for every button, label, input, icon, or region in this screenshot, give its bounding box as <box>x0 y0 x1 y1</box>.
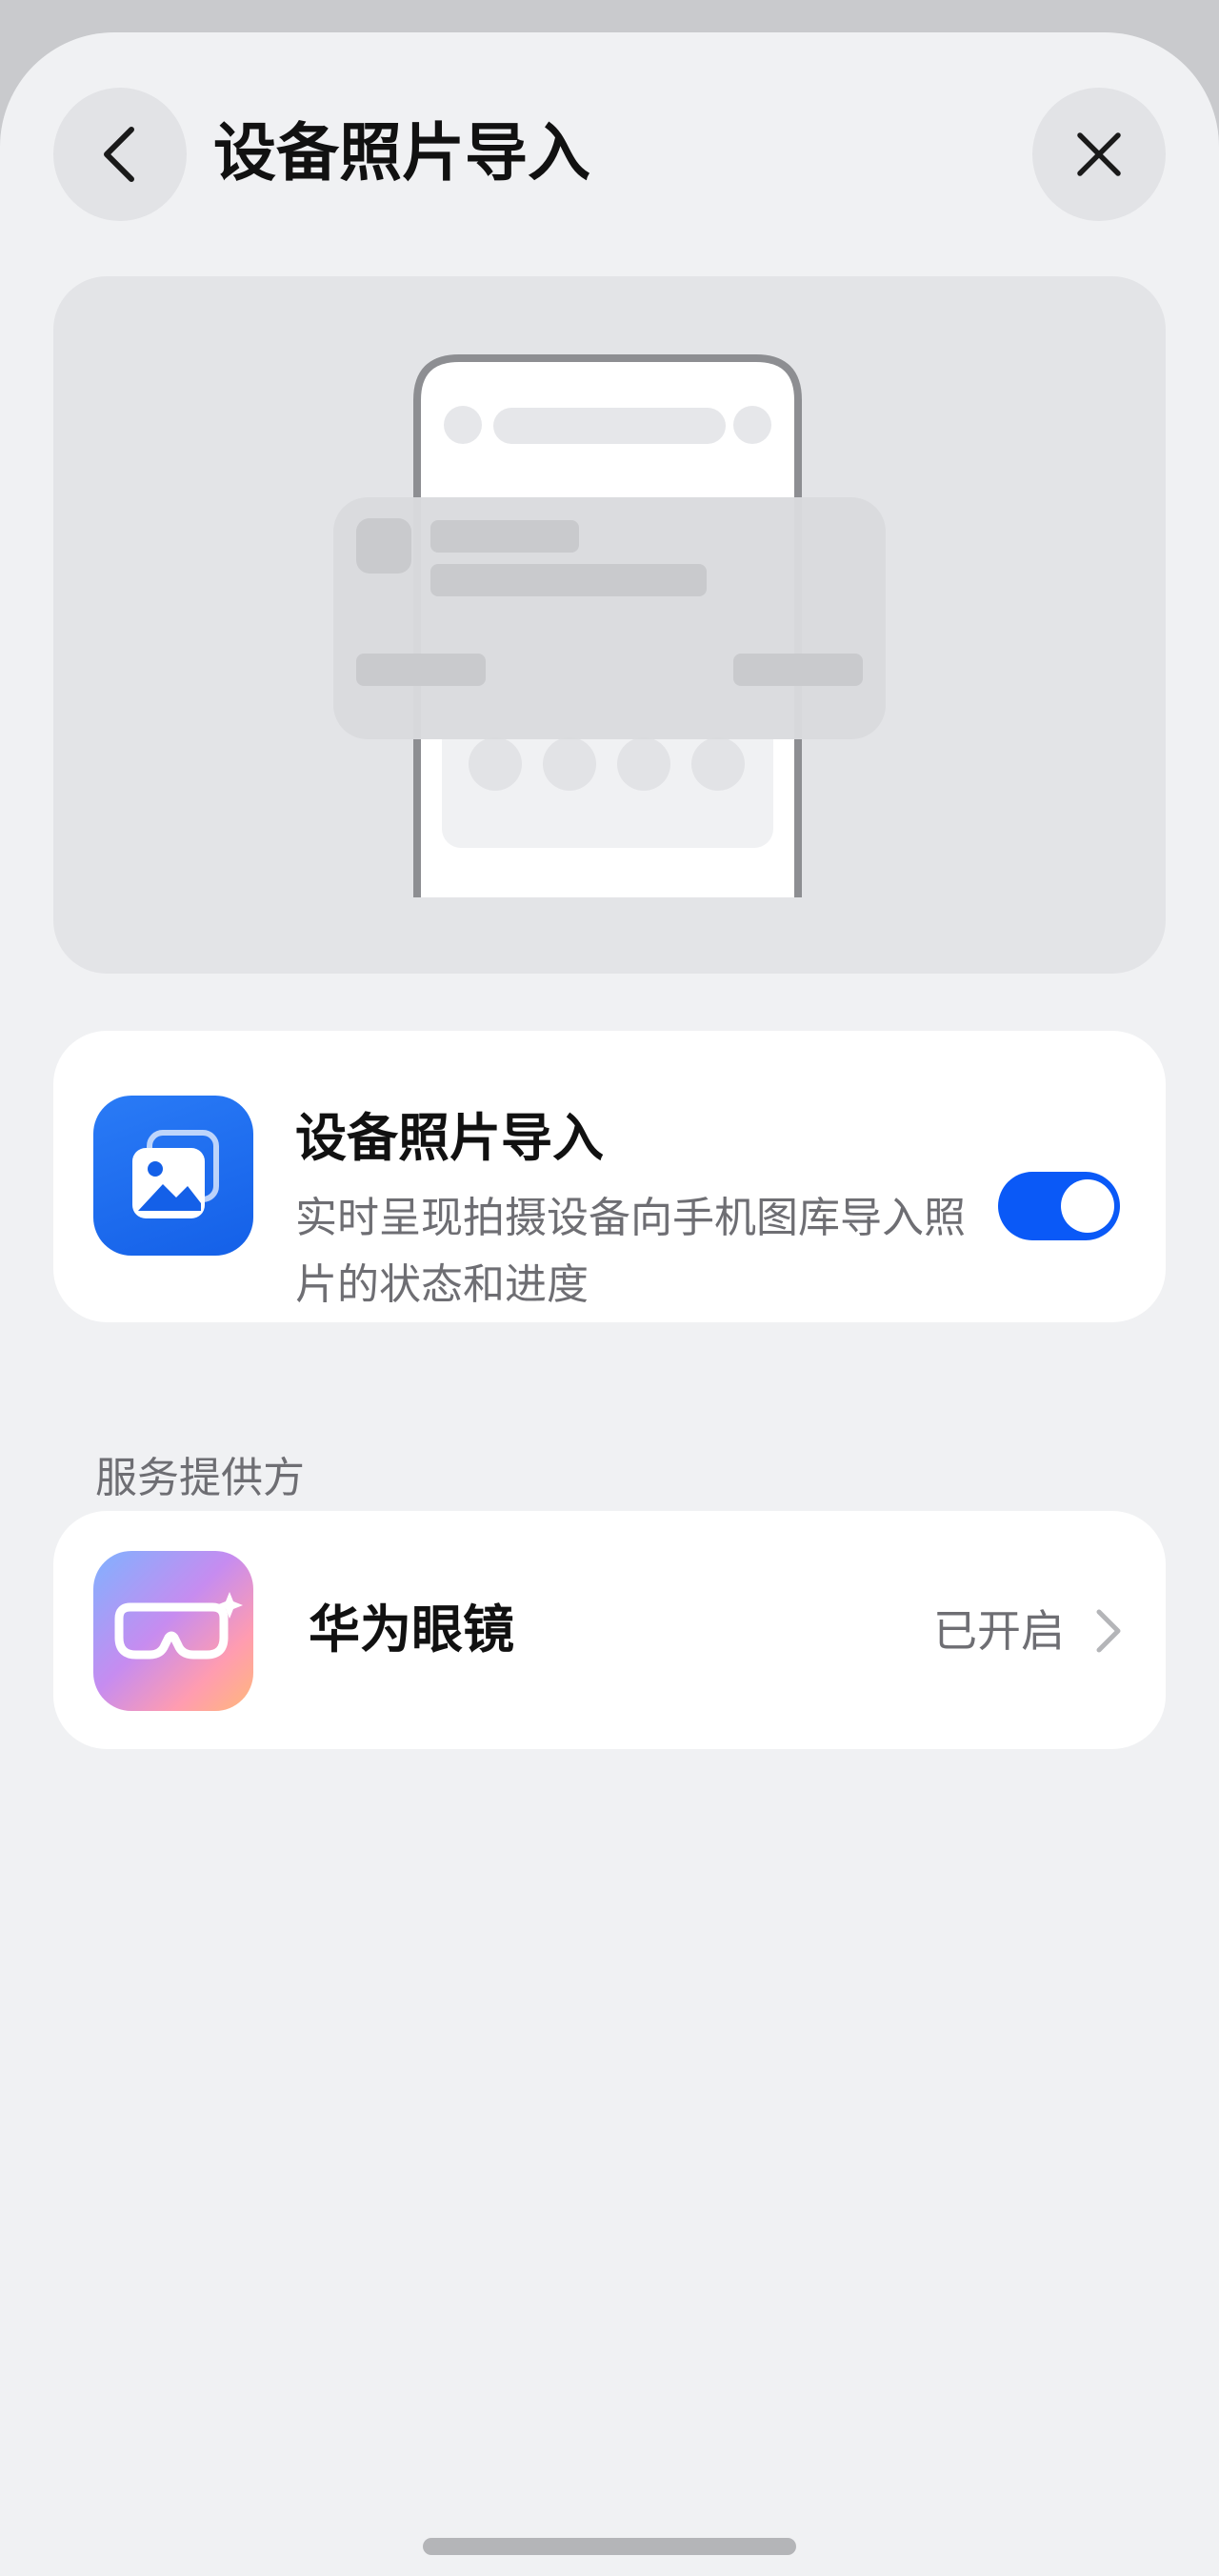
bottom-sheet: 设备照片导入 设备照片导入 实时呈现拍摄设备向手机图库导入照片的状态和进度 服务… <box>0 32 1219 2576</box>
back-button[interactable] <box>53 88 187 221</box>
chevron-left-icon <box>104 127 134 182</box>
phone-notification-illustration <box>333 354 886 897</box>
page-title: 设备照片导入 <box>213 116 590 190</box>
toggle-knob <box>1061 1179 1114 1233</box>
feature-description: 实时呈现拍摄设备向手机图库导入照片的状态和进度 <box>295 1194 966 1309</box>
huawei-glasses-icon <box>93 1551 253 1711</box>
feature-card: 设备照片导入 实时呈现拍摄设备向手机图库导入照片的状态和进度 <box>53 1031 1166 1322</box>
provider-row-huawei-glasses[interactable]: 华为眼镜 已开启 <box>53 1511 1166 1749</box>
photo-gallery-icon <box>93 1096 253 1256</box>
feature-toggle[interactable] <box>998 1172 1120 1240</box>
providers-section-label: 服务提供方 <box>95 1454 305 1502</box>
provider-name: 华为眼镜 <box>309 1600 514 1660</box>
chevron-right-icon <box>1096 1609 1121 1653</box>
provider-status: 已开启 <box>933 1605 1065 1657</box>
close-button[interactable] <box>1032 88 1166 221</box>
close-icon <box>1077 132 1121 176</box>
home-indicator[interactable] <box>423 2538 796 2555</box>
feature-illustration <box>53 276 1166 974</box>
feature-title: 设备照片导入 <box>295 1108 604 1168</box>
